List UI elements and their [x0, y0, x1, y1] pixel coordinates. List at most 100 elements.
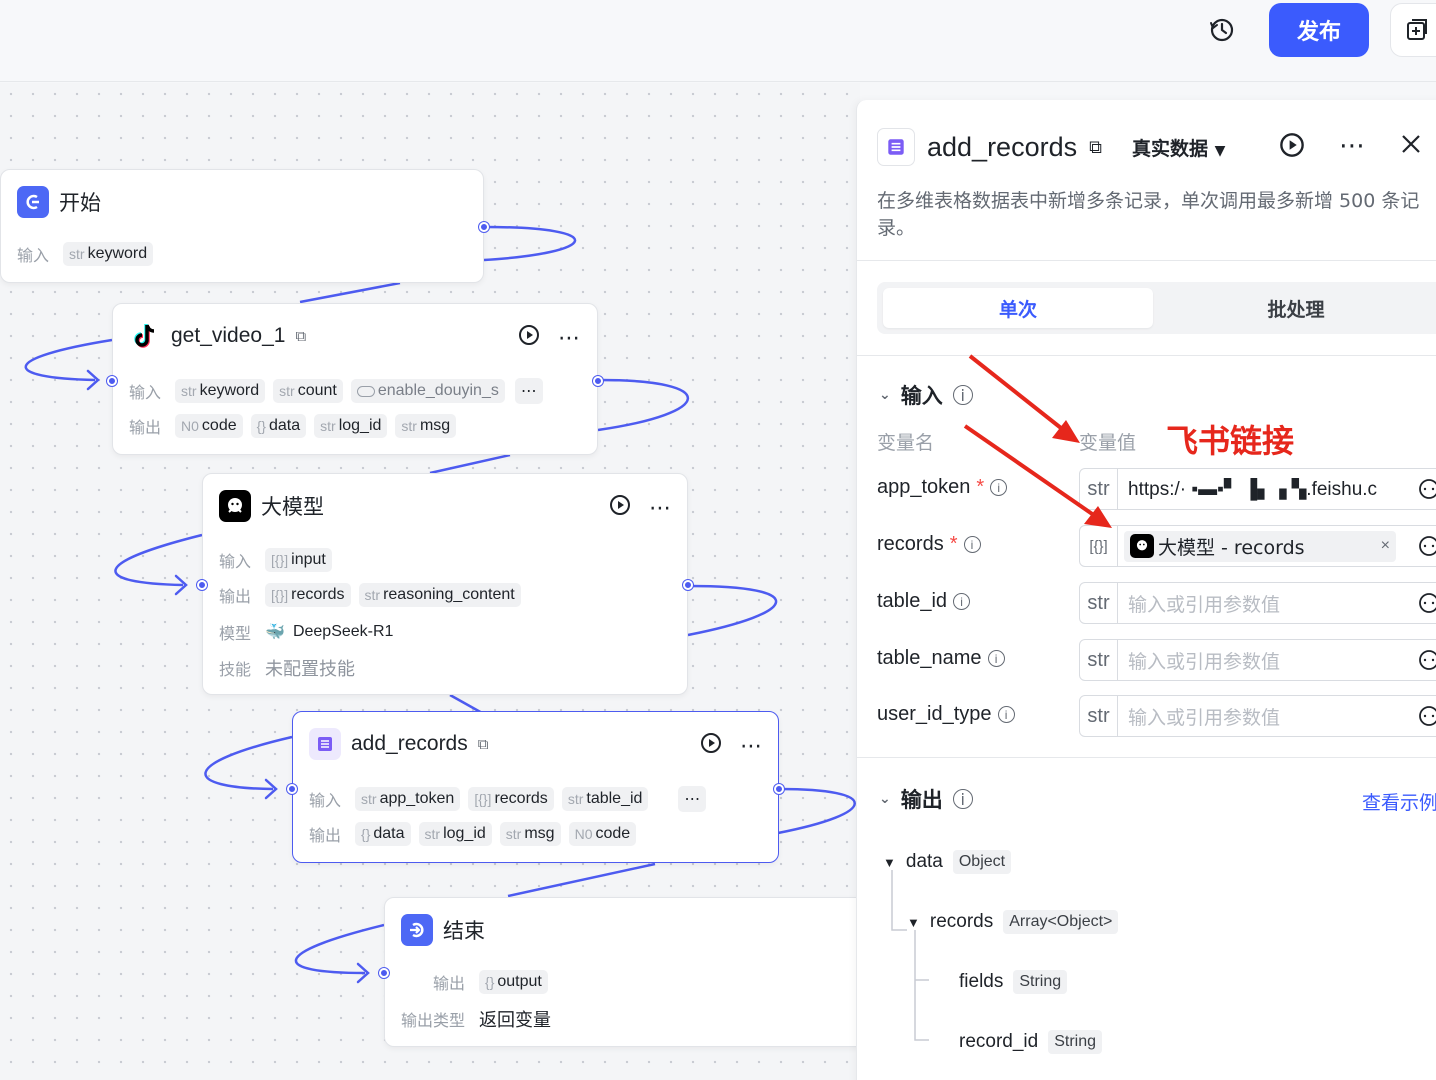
input-port[interactable]: [287, 784, 297, 794]
output-item-records[interactable]: ▼ records Array<Object>: [907, 910, 1119, 934]
model-name: DeepSeek-R1: [292, 623, 394, 640]
divider: [857, 355, 1436, 356]
variable-ref-icon[interactable]: [1410, 478, 1436, 500]
end-node-icon: [401, 914, 433, 946]
table-icon: [877, 128, 915, 166]
info-icon: i: [952, 789, 973, 809]
history-icon[interactable]: [1204, 12, 1240, 48]
output-item-fields: fields String: [959, 970, 1068, 994]
more-icon[interactable]: ⋯: [649, 495, 671, 521]
param-tag: str msg: [499, 822, 561, 846]
app-token-field[interactable]: str https:/· ▪▬▪▘ ▐▖▗ ▚.feishu.c: [1079, 468, 1436, 510]
view-example-link[interactable]: 查看示例: [1362, 788, 1436, 815]
node-add-records[interactable]: add_records ⧉ ⋯ 输入 str app_token [{}] reco…: [287, 711, 784, 863]
param-tag: str count: [273, 379, 343, 403]
input-label: 输入: [309, 791, 342, 810]
input-port[interactable]: [107, 376, 117, 386]
variable-ref-icon[interactable]: [1410, 705, 1436, 727]
annotation-label: 飞书链接: [1166, 422, 1295, 460]
table-name-field[interactable]: str 输入或引用参数值: [1079, 639, 1436, 681]
output-port[interactable]: [479, 222, 489, 232]
more-icon[interactable]: ⋯: [1339, 130, 1365, 161]
param-tag: str keyword: [175, 379, 266, 403]
tiktok-icon: [129, 320, 161, 352]
clear-icon[interactable]: ×: [1381, 537, 1390, 555]
records-field[interactable]: [{}] 大模型 - records ×: [1079, 525, 1436, 567]
param-tag: {} data: [250, 414, 307, 438]
node-start[interactable]: 开始 输入 str keyword: [0, 169, 489, 283]
run-icon[interactable]: [609, 494, 631, 521]
param-tag: str table_id: [561, 787, 649, 811]
output-port[interactable]: [683, 580, 693, 590]
output-type-label: 输出类型: [401, 1011, 466, 1030]
workflow-canvas[interactable]: 开始 输入 str keyword get_video_1 ⧉ ⋯ 输入 str k…: [0, 83, 860, 1080]
input-port[interactable]: [197, 580, 207, 590]
param-tag: [{}] records: [468, 787, 554, 811]
output-item-data[interactable]: ▼ data Object: [883, 850, 1012, 874]
tab-single[interactable]: 单次: [883, 288, 1153, 328]
output-port[interactable]: [774, 784, 784, 794]
toggle-icon: [356, 385, 375, 397]
skill-value: 未配置技能: [265, 659, 356, 680]
node-llm[interactable]: 大模型 ⋯ 输入 [{}] input 输出 [{}] records str rea…: [197, 473, 693, 695]
output-label: 输出: [219, 587, 252, 606]
close-icon[interactable]: [1399, 132, 1423, 161]
table-icon: [309, 728, 341, 760]
panel-description: 在多维表格数据表中新增多条记录，单次调用最多新增 500 条记录。: [877, 190, 1420, 239]
chevron-down-icon: ⌄: [879, 791, 891, 807]
output-section-header[interactable]: ⌄ 输出 i: [879, 784, 973, 814]
start-node-icon: [17, 186, 49, 218]
input-port[interactable]: [379, 968, 389, 978]
param-tag: str msg: [395, 414, 457, 438]
info-icon: i: [987, 650, 1005, 667]
param-name-table-name: table_name i: [877, 647, 1005, 670]
caret-down-icon: ▼: [1214, 142, 1226, 159]
publish-button[interactable]: 发布: [1269, 3, 1369, 57]
param-tag: str log_id: [418, 822, 492, 846]
more-params-button[interactable]: ⋯: [514, 378, 543, 404]
param-tag: str reasoning_content: [358, 583, 521, 607]
param-tag: {} output: [479, 970, 548, 994]
param-tag: {} data: [355, 822, 411, 846]
more-params-button[interactable]: ⋯: [678, 786, 707, 812]
output-type-value: 返回变量: [479, 1010, 552, 1031]
node-title: 大模型: [261, 495, 324, 519]
more-icon[interactable]: ⋯: [740, 733, 762, 759]
run-icon[interactable]: [700, 732, 722, 759]
panel-title: add_records: [927, 131, 1078, 162]
info-icon: i: [997, 706, 1015, 723]
divider: [857, 757, 1436, 758]
column-name-header: 变量名: [877, 432, 935, 454]
divider: [857, 260, 1436, 261]
skill-label: 技能: [219, 660, 252, 679]
node-end[interactable]: 结束 输出 {} output 输出类型 返回变量: [379, 897, 860, 1047]
caret-down-icon: ▼: [907, 914, 920, 930]
column-value-header: 变量值: [1079, 432, 1137, 454]
data-mode-dropdown[interactable]: 真实数据 ▼: [1132, 134, 1225, 161]
table-id-field[interactable]: str 输入或引用参数值: [1079, 582, 1436, 624]
param-name-table-id: table_id i: [877, 590, 971, 613]
param-tag: str app_token: [355, 787, 461, 811]
chevron-down-icon: ⌄: [879, 387, 891, 403]
output-label: 输出: [129, 418, 162, 437]
input-section-header[interactable]: ⌄ 输入 i: [879, 380, 973, 410]
variable-ref-icon[interactable]: [1410, 535, 1436, 557]
ref-chip: 大模型 - records ×: [1124, 530, 1396, 562]
param-tag: N0 code: [568, 822, 637, 846]
node-title: add_records: [351, 732, 468, 755]
info-icon: i: [952, 385, 973, 405]
tab-batch[interactable]: 批处理: [1161, 288, 1431, 328]
plugin-icon: ⧉: [1089, 136, 1102, 157]
param-tag: str keyword: [63, 242, 154, 266]
param-tag: enable_douyin_s: [350, 379, 505, 403]
run-icon[interactable]: [1279, 132, 1305, 163]
node-get-video[interactable]: get_video_1 ⧉ ⋯ 输入 str keyword str count e…: [107, 303, 603, 455]
variable-ref-icon[interactable]: [1410, 649, 1436, 671]
output-label: 输出: [309, 826, 342, 845]
variable-ref-icon[interactable]: [1410, 592, 1436, 614]
output-port[interactable]: [593, 376, 603, 386]
run-icon[interactable]: [518, 324, 540, 351]
add-panel-icon[interactable]: [1390, 3, 1436, 57]
more-icon[interactable]: ⋯: [558, 325, 581, 351]
user-id-type-field[interactable]: str 输入或引用参数值: [1079, 695, 1436, 737]
